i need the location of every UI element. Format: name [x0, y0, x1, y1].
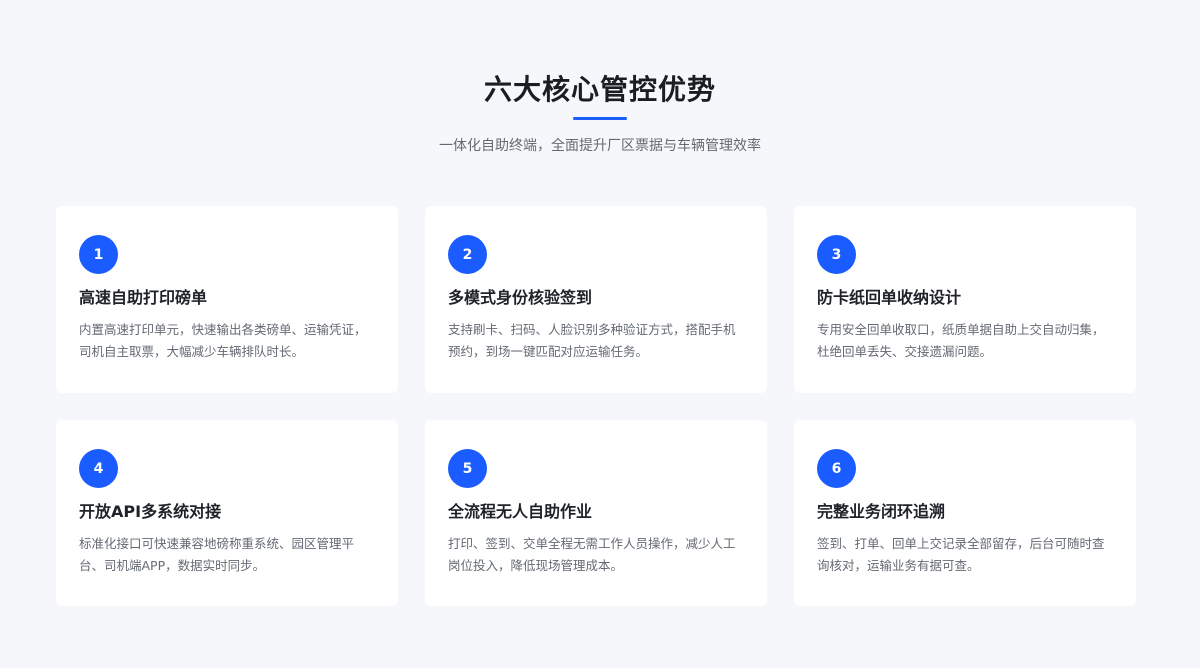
feature-card-6: 6 完整业务闭环追溯 签到、打单、回单上交记录全部留存，后台可随时查询核对，运输…: [794, 420, 1136, 606]
number-badge: 3: [817, 235, 856, 274]
feature-title: 完整业务闭环追溯: [817, 502, 946, 521]
feature-card-2: 2 多模式身份核验签到 支持刷卡、扫码、人脸识别多种验证方式，搭配手机预约，到场…: [425, 206, 767, 393]
feature-title: 全流程无人自助作业: [448, 502, 593, 521]
number-badge: 6: [817, 449, 856, 488]
section-subtitle: 一体化自助终端，全面提升厂区票据与车辆管理效率: [439, 138, 761, 154]
feature-description: 专用安全回单收取口，纸质单据自助上交自动归集，杜绝回单丢失、交接遗漏问题。: [817, 322, 1105, 359]
feature-title: 高速自助打印磅单: [79, 288, 208, 307]
section-header: 六大核心管控优势 一体化自助终端，全面提升厂区票据与车辆管理效率: [0, 70, 1200, 156]
feature-card-1: 1 高速自助打印磅单 内置高速打印单元，快速输出各类磅单、运输凭证，司机自主取票…: [56, 206, 398, 393]
feature-title: 多模式身份核验签到: [448, 288, 593, 307]
feature-grid: 1 高速自助打印磅单 内置高速打印单元，快速输出各类磅单、运输凭证，司机自主取票…: [56, 206, 1136, 606]
section-title: 六大核心管控优势: [483, 73, 716, 106]
feature-card-5: 5 全流程无人自助作业 打印、签到、交单全程无需工作人员操作，减少人工岗位投入，…: [425, 420, 767, 606]
number-badge: 4: [79, 449, 118, 488]
feature-title: 开放API多系统对接: [79, 502, 222, 521]
feature-description: 标准化接口可快速兼容地磅称重系统、园区管理平台、司机端APP，数据实时同步。: [79, 536, 355, 573]
feature-card-4: 4 开放API多系统对接 标准化接口可快速兼容地磅称重系统、园区管理平台、司机端…: [56, 420, 398, 606]
features-page: 六大核心管控优势 一体化自助终端，全面提升厂区票据与车辆管理效率 1 高速自助打…: [0, 0, 1200, 668]
feature-description: 签到、打单、回单上交记录全部留存，后台可随时查询核对，运输业务有据可查。: [817, 536, 1105, 573]
number-badge: 2: [448, 235, 487, 274]
number-badge: 1: [79, 235, 118, 274]
feature-title: 防卡纸回单收纳设计: [817, 288, 962, 307]
feature-description: 支持刷卡、扫码、人脸识别多种验证方式，搭配手机预约，到场一键匹配对应运输任务。: [448, 322, 736, 359]
feature-description: 打印、签到、交单全程无需工作人员操作，减少人工岗位投入，降低现场管理成本。: [448, 536, 736, 573]
feature-description: 内置高速打印单元，快速输出各类磅单、运输凭证，司机自主取票，大幅减少车辆排队时长…: [79, 322, 367, 359]
feature-card-3: 3 防卡纸回单收纳设计 专用安全回单收取口，纸质单据自助上交自动归集，杜绝回单丢…: [794, 206, 1136, 393]
number-badge: 5: [448, 449, 487, 488]
title-underline: [573, 117, 627, 120]
